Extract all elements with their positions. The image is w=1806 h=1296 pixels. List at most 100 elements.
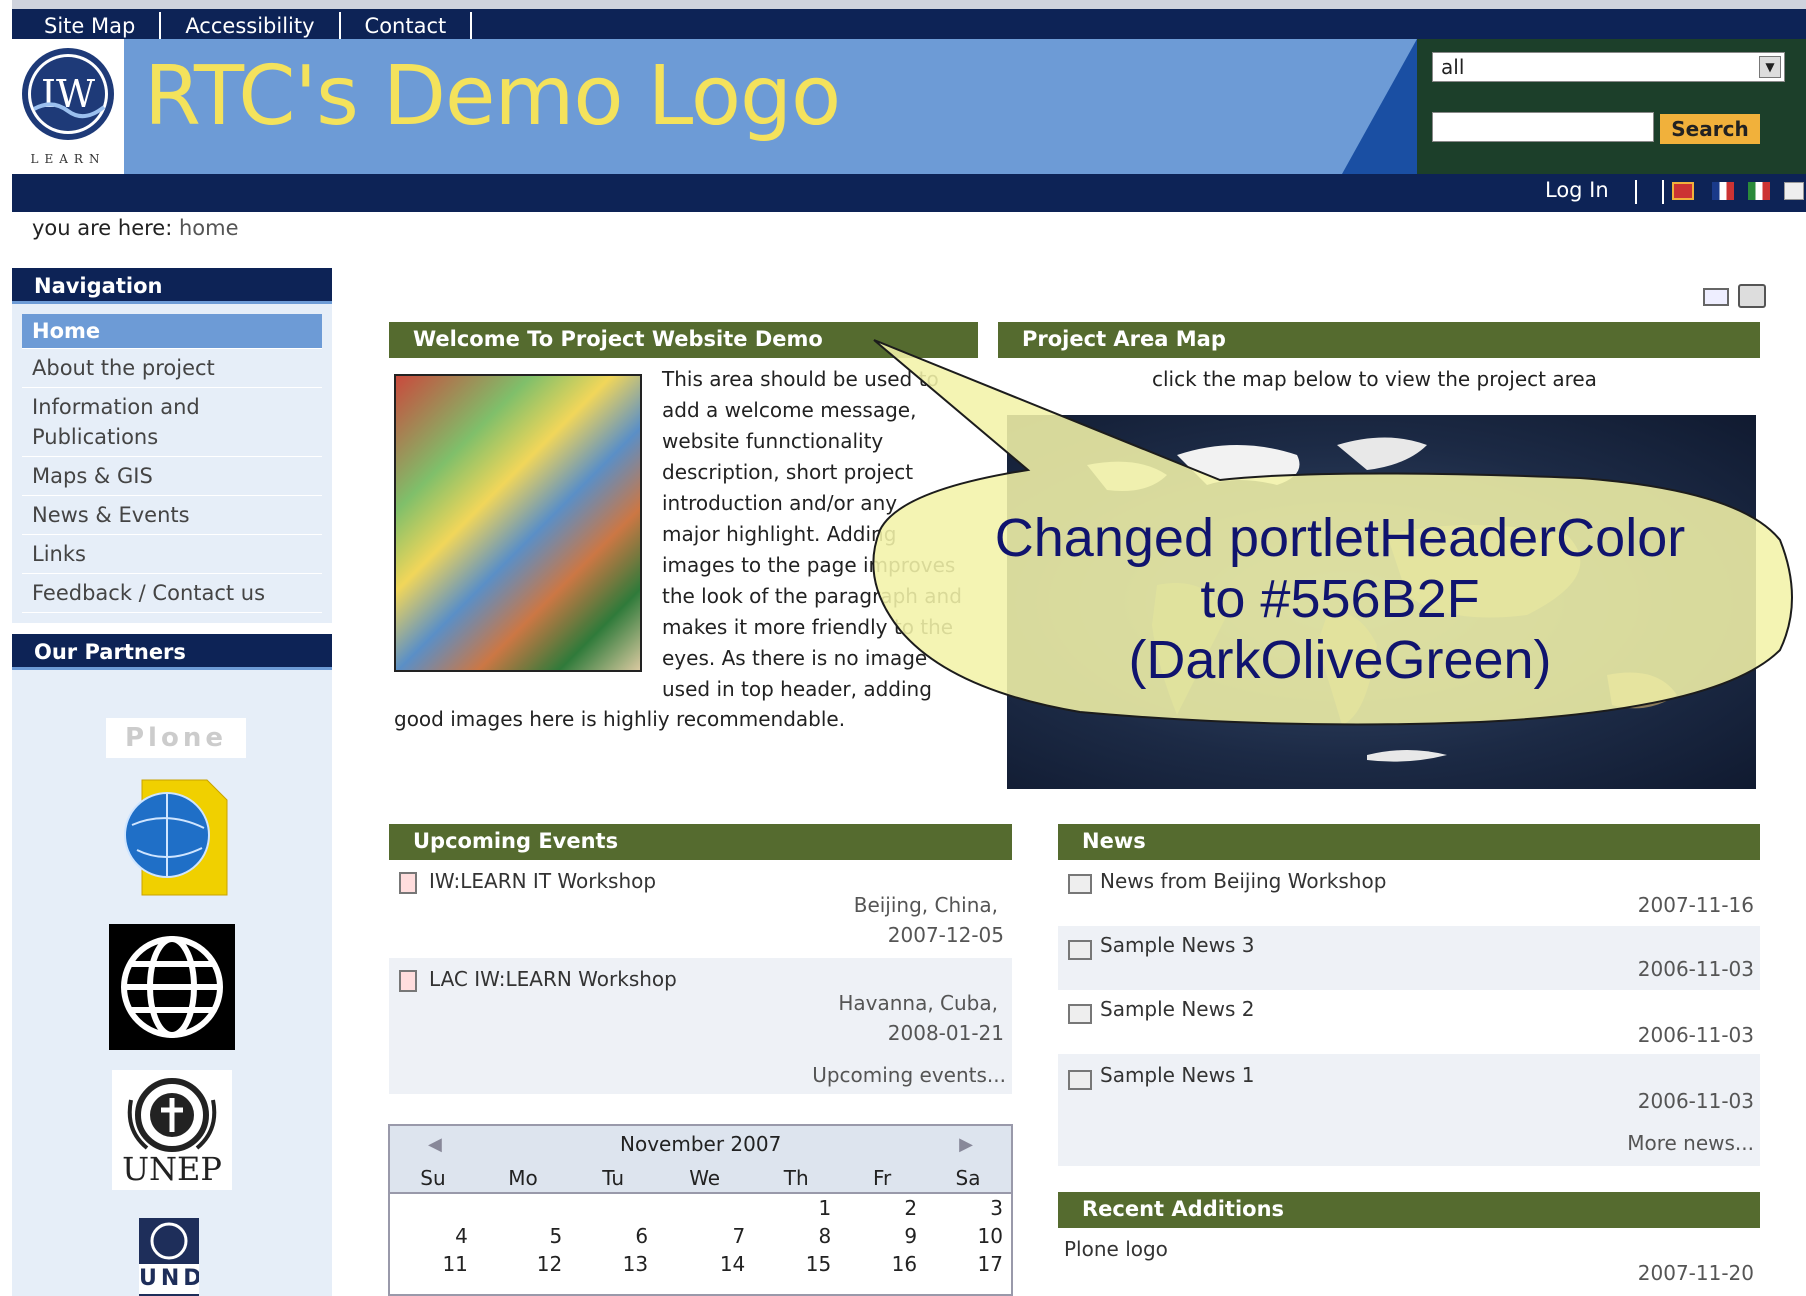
header-wedge: [1342, 39, 1417, 174]
plone-logo-text: Plone: [125, 723, 227, 753]
calendar-day[interactable]: 8: [753, 1222, 839, 1250]
unep-logo[interactable]: UNEP: [112, 1070, 232, 1190]
nav-item-links[interactable]: Links: [22, 535, 322, 574]
contact-link[interactable]: Contact: [353, 12, 473, 40]
globe-document-icon[interactable]: [112, 770, 242, 900]
undp-logo[interactable]: UNDP: [139, 1218, 199, 1296]
news-title[interactable]: Sample News 2: [1100, 994, 1254, 1025]
world-bank-logo-icon[interactable]: [109, 924, 235, 1050]
nav-item-maps[interactable]: Maps & GIS: [22, 457, 322, 496]
recent-portlet-header: Recent Additions: [1058, 1192, 1760, 1228]
prev-month-icon[interactable]: ◀: [428, 1134, 442, 1155]
plone-logo[interactable]: Plone: [106, 718, 246, 758]
calendar-day[interactable]: 11: [390, 1250, 476, 1278]
upcoming-events-link[interactable]: Upcoming events...: [812, 1060, 1006, 1091]
breadcrumb-label: you are here:: [32, 216, 173, 240]
search-scope-select[interactable]: all ▼: [1432, 52, 1785, 82]
search-button[interactable]: Search: [1660, 114, 1760, 144]
nav-item-information[interactable]: Information and Publications: [22, 388, 322, 457]
news-item[interactable]: Sample News 1 2006-11-03 More news...: [1058, 1054, 1760, 1166]
nav-item-feedback[interactable]: Feedback / Contact us: [22, 574, 322, 613]
news-icon: [1068, 1070, 1092, 1090]
weekday: Tu: [602, 1166, 625, 1190]
flag-other-icon[interactable]: [1784, 182, 1804, 200]
calendar-day[interactable]: 1: [753, 1193, 839, 1222]
news-date: 2006-11-03: [1637, 1089, 1754, 1113]
calendar-day[interactable]: 10: [925, 1222, 1011, 1250]
navigation-title: Navigation: [12, 268, 332, 304]
welcome-last-line: good images here is highliy recommendabl…: [394, 707, 846, 731]
calendar-day[interactable]: 13: [570, 1250, 656, 1278]
site-map-link[interactable]: Site Map: [32, 12, 162, 40]
next-month-icon[interactable]: ▶: [959, 1134, 973, 1155]
calendar-day[interactable]: 14: [656, 1250, 753, 1278]
news-item[interactable]: Sample News 3 2006-11-03: [1058, 926, 1760, 990]
recent-item[interactable]: Plone logo 2007-11-20: [1058, 1234, 1760, 1296]
nav-item-home[interactable]: Home: [22, 314, 322, 349]
news-icon: [1068, 874, 1092, 894]
calendar-day[interactable]: 5: [476, 1222, 570, 1250]
calendar-day[interactable]: 12: [476, 1250, 570, 1278]
calendar-day[interactable]: 4: [390, 1222, 476, 1250]
calendar-day[interactable]: [390, 1193, 476, 1222]
calendar-day[interactable]: 6: [570, 1222, 656, 1250]
event-title[interactable]: LAC IW:LEARN Workshop: [429, 964, 677, 995]
calendar-day[interactable]: [476, 1193, 570, 1222]
calendar-day[interactable]: 7: [656, 1222, 753, 1250]
news-item[interactable]: News from Beijing Workshop 2007-11-16: [1058, 864, 1760, 926]
news-title[interactable]: News from Beijing Workshop: [1100, 866, 1386, 897]
accessibility-link[interactable]: Accessibility: [173, 12, 341, 40]
calendar-day[interactable]: [570, 1193, 656, 1222]
print-icon[interactable]: [1738, 284, 1766, 308]
calendar-day[interactable]: [656, 1193, 753, 1222]
site-logo[interactable]: IW LEARN: [12, 39, 124, 174]
news-title[interactable]: Sample News 3: [1100, 930, 1254, 961]
calendar-day[interactable]: 9: [839, 1222, 925, 1250]
unep-emblem-icon: [127, 1078, 217, 1152]
event-item[interactable]: LAC IW:LEARN Workshop Havanna, Cuba, 200…: [389, 958, 1012, 1094]
news-date: 2006-11-03: [1637, 1023, 1754, 1047]
calendar-month: November 2007: [620, 1132, 782, 1156]
calendar-day[interactable]: 15: [753, 1250, 839, 1278]
login-link[interactable]: Log In: [1545, 178, 1609, 202]
nav-item-about[interactable]: About the project: [22, 349, 322, 388]
nav-item-news[interactable]: News & Events: [22, 496, 322, 535]
recent-title[interactable]: Plone logo: [1064, 1234, 1168, 1265]
calendar-week: 1 2 3: [390, 1193, 1011, 1222]
flag-it-icon[interactable]: [1748, 182, 1770, 200]
news-title[interactable]: Sample News 1: [1100, 1060, 1254, 1091]
undp-emblem-icon: [139, 1218, 199, 1264]
chevron-down-icon[interactable]: ▼: [1759, 56, 1781, 78]
event-title[interactable]: IW:LEARN IT Workshop: [429, 866, 656, 897]
more-news-link[interactable]: More news...: [1627, 1128, 1754, 1159]
breadcrumb-home[interactable]: home: [179, 216, 239, 240]
calendar-day[interactable]: 2: [839, 1193, 925, 1222]
weekday: Mo: [508, 1166, 538, 1190]
navigation-list: Home About the project Information and P…: [12, 304, 332, 623]
site-title[interactable]: RTC's Demo Logo: [144, 49, 841, 144]
send-email-icon[interactable]: [1703, 288, 1729, 306]
partners-list: Plone UNEP UNDP: [12, 670, 332, 1296]
scope-value: all: [1441, 55, 1465, 79]
news-date: 2007-11-16: [1637, 893, 1754, 917]
annotation-line-2: to #556B2F: [1200, 569, 1480, 629]
top-bar: Site Map Accessibility Contact: [12, 0, 1806, 40]
event-location: Havanna, Cuba,: [838, 991, 998, 1015]
weekday: We: [689, 1166, 721, 1190]
flag-fr-icon[interactable]: [1712, 182, 1734, 200]
news-item[interactable]: Sample News 2 2006-11-03: [1058, 990, 1760, 1054]
weekday: Th: [783, 1166, 809, 1190]
flag-en-icon[interactable]: [1672, 182, 1694, 200]
calendar-day[interactable]: 3: [925, 1193, 1011, 1222]
partners-portlet: Our Partners Plone UNEP UND: [12, 634, 332, 1296]
annotation-text: Changed portletHeaderColor to #556B2F (D…: [930, 508, 1750, 691]
calendar-week: 11 12 13 14 15 16 17: [390, 1250, 1011, 1278]
annotation-line-1: Changed portletHeaderColor: [994, 508, 1686, 568]
calendar-day[interactable]: 16: [839, 1250, 925, 1278]
welcome-image: [394, 374, 642, 672]
news-portlet-header: News: [1058, 824, 1760, 860]
calendar-day[interactable]: 17: [925, 1250, 1011, 1278]
search-input[interactable]: [1432, 112, 1654, 142]
calendar-header: ◀ November 2007 ▶: [390, 1126, 1011, 1164]
event-item[interactable]: IW:LEARN IT Workshop Beijing, China, 200…: [389, 864, 1012, 958]
